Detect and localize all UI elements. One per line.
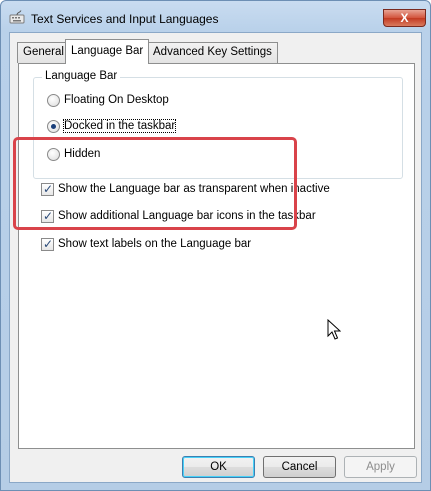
radio-label-hidden: Hidden xyxy=(64,148,101,160)
radio-hidden[interactable]: Hidden xyxy=(47,146,100,162)
ok-button[interactable]: OK xyxy=(182,456,255,478)
dialog-client-area: General Language Bar Advanced Key Settin… xyxy=(9,32,422,483)
mouse-cursor-icon xyxy=(327,319,341,340)
checkbox-transparent-when-inactive[interactable]: Show the Language bar as transparent whe… xyxy=(41,181,330,197)
tab-general[interactable]: General xyxy=(17,42,70,63)
apply-button[interactable]: Apply xyxy=(344,456,417,478)
radio-button[interactable] xyxy=(47,93,60,107)
checkbox[interactable] xyxy=(41,182,54,196)
tab-language-bar[interactable]: Language Bar xyxy=(65,39,150,64)
radio-label-floating: Floating On Desktop xyxy=(64,94,169,106)
close-icon: X xyxy=(400,11,409,25)
checkbox-text-labels[interactable]: Show text labels on the Language bar xyxy=(41,236,251,252)
radio-button-selected[interactable] xyxy=(47,119,60,133)
checkbox-additional-icons[interactable]: Show additional Language bar icons in th… xyxy=(41,208,316,224)
keyboard-app-icon xyxy=(9,10,25,24)
checkbox-label-additional-icons: Show additional Language bar icons in th… xyxy=(58,210,316,222)
groupbox-legend: Language Bar xyxy=(42,70,121,82)
radio-button[interactable] xyxy=(47,147,60,161)
cancel-button[interactable]: Cancel xyxy=(263,456,336,478)
checkbox[interactable] xyxy=(41,237,54,251)
tab-panel-language-bar: Language Bar Floating On Desktop Docked … xyxy=(18,63,415,449)
radio-label-docked: Docked in the taskbar xyxy=(62,119,177,133)
tab-advanced-key-settings[interactable]: Advanced Key Settings xyxy=(147,42,278,63)
radio-floating-on-desktop[interactable]: Floating On Desktop xyxy=(47,92,169,108)
title-bar[interactable]: Text Services and Input Languages X xyxy=(1,1,430,33)
close-button[interactable]: X xyxy=(383,9,426,27)
radio-docked-in-taskbar[interactable]: Docked in the taskbar xyxy=(47,118,177,134)
checkbox[interactable] xyxy=(41,209,54,223)
window-title: Text Services and Input Languages xyxy=(31,12,219,26)
dialog-window: Text Services and Input Languages X Gene… xyxy=(0,0,431,491)
checkbox-label-text-labels: Show text labels on the Language bar xyxy=(58,238,252,250)
checkbox-label-transparent: Show the Language bar as transparent whe… xyxy=(58,183,330,195)
